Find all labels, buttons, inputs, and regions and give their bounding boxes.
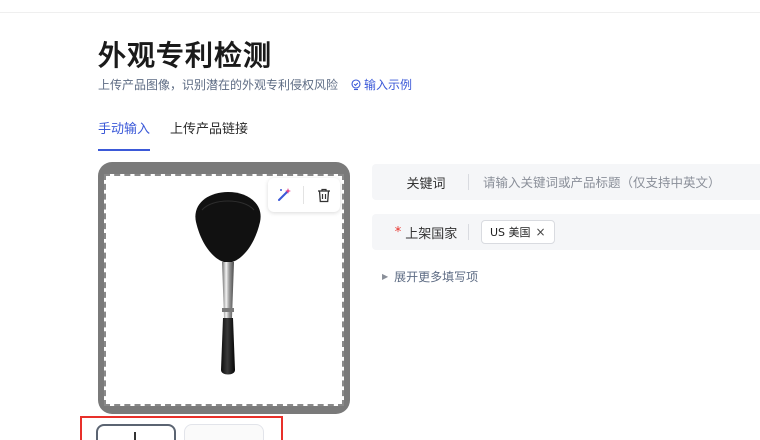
keyword-label: 关键词	[406, 176, 446, 192]
listing-country-label-text: 上架国家	[405, 226, 458, 242]
caret-right-icon: ▶	[382, 272, 389, 281]
expand-more-label: 展开更多填写项	[394, 270, 479, 284]
product-image-makeup-brush	[195, 192, 261, 375]
country-select[interactable]: US 美国 ×	[469, 220, 555, 244]
input-example-link[interactable]: 输入示例	[350, 76, 412, 93]
product-image-dropzone[interactable]	[104, 174, 344, 406]
input-example-label: 输入示例	[364, 78, 413, 92]
magic-wand-icon	[277, 188, 291, 201]
page-title: 外观专利检测	[98, 39, 273, 72]
tab-upload-product-link[interactable]: 上传产品链接	[170, 118, 248, 145]
country-tag-us: US 美国 ×	[481, 220, 555, 244]
keyword-field: 关键词	[372, 164, 760, 200]
expand-more-fields-toggle[interactable]: ▶ 展开更多填写项	[382, 268, 478, 285]
delete-image-button[interactable]	[312, 183, 336, 207]
thumbnail-highlight-box	[80, 416, 283, 440]
required-mark: *	[394, 224, 402, 240]
page-subtitle-row: 上传产品图像，识别潜在的外观专利侵权风险 输入示例	[98, 76, 412, 93]
keyword-input[interactable]	[469, 164, 760, 200]
page-subtitle: 上传产品图像，识别潜在的外观专利侵权风险	[98, 78, 339, 92]
trash-icon	[318, 188, 331, 202]
input-mode-tabs: 手动输入 上传产品链接	[98, 118, 268, 151]
listing-country-label: * 上架国家	[372, 223, 468, 242]
tab-manual-input[interactable]: 手动输入	[98, 118, 151, 151]
magic-wand-button[interactable]	[272, 183, 296, 207]
image-toolbar	[268, 178, 340, 212]
listing-country-field: * 上架国家 US 美国 ×	[372, 214, 760, 250]
toolbar-separator	[303, 186, 305, 204]
product-image-uploader[interactable]	[98, 162, 350, 414]
lightbulb-icon	[351, 78, 361, 90]
remove-tag-icon[interactable]: ×	[536, 225, 546, 239]
top-divider	[0, 12, 760, 13]
country-tag-label: US 美国	[490, 226, 531, 239]
